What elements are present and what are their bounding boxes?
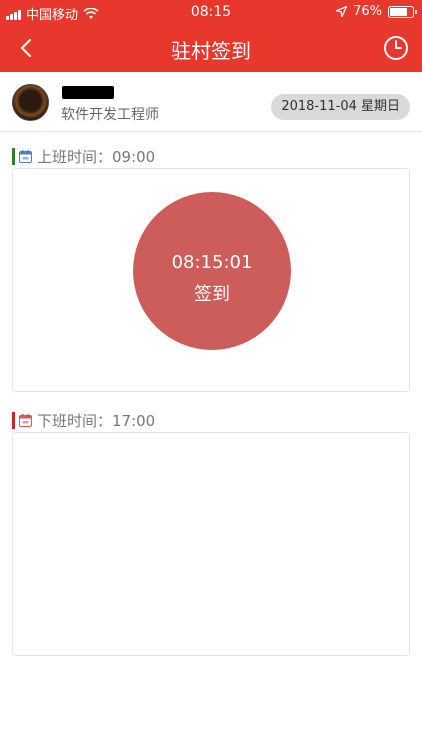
nav-bar: 驻村签到	[0, 24, 422, 72]
user-name-redacted	[62, 86, 114, 99]
calendar-icon	[19, 150, 32, 163]
battery-percent: 76%	[353, 4, 382, 19]
clock-icon[interactable]	[382, 34, 410, 62]
section-accent-bar	[12, 148, 15, 165]
check-in-label: 签到	[194, 284, 230, 305]
page-title: 驻村签到	[171, 39, 251, 63]
work-start-card: 08:15:01 签到	[12, 168, 410, 392]
status-right: 76%	[336, 4, 417, 19]
avatar	[12, 84, 49, 121]
work-end-header: 下班时间：17:00	[12, 410, 155, 431]
check-in-time: 08:15:01	[171, 252, 253, 273]
work-end-label: 下班时间：17:00	[37, 412, 156, 430]
work-end-card	[12, 432, 410, 656]
work-start-header: 上班时间：09:00	[12, 146, 155, 167]
user-job-title: 软件开发工程师	[61, 107, 159, 123]
section-accent-bar	[12, 412, 15, 429]
calendar-icon	[19, 414, 32, 427]
status-bar: 中国移动 08:15 76%	[0, 0, 422, 24]
work-start-label: 上班时间：09:00	[37, 148, 156, 166]
profile-row: 软件开发工程师 2018-11-04 星期日	[0, 72, 422, 132]
check-in-button[interactable]: 08:15:01 签到	[133, 192, 291, 350]
location-arrow-icon	[336, 6, 348, 17]
battery-fill	[390, 7, 407, 16]
date-badge: 2018-11-04 星期日	[271, 94, 410, 120]
battery-icon	[388, 5, 417, 18]
